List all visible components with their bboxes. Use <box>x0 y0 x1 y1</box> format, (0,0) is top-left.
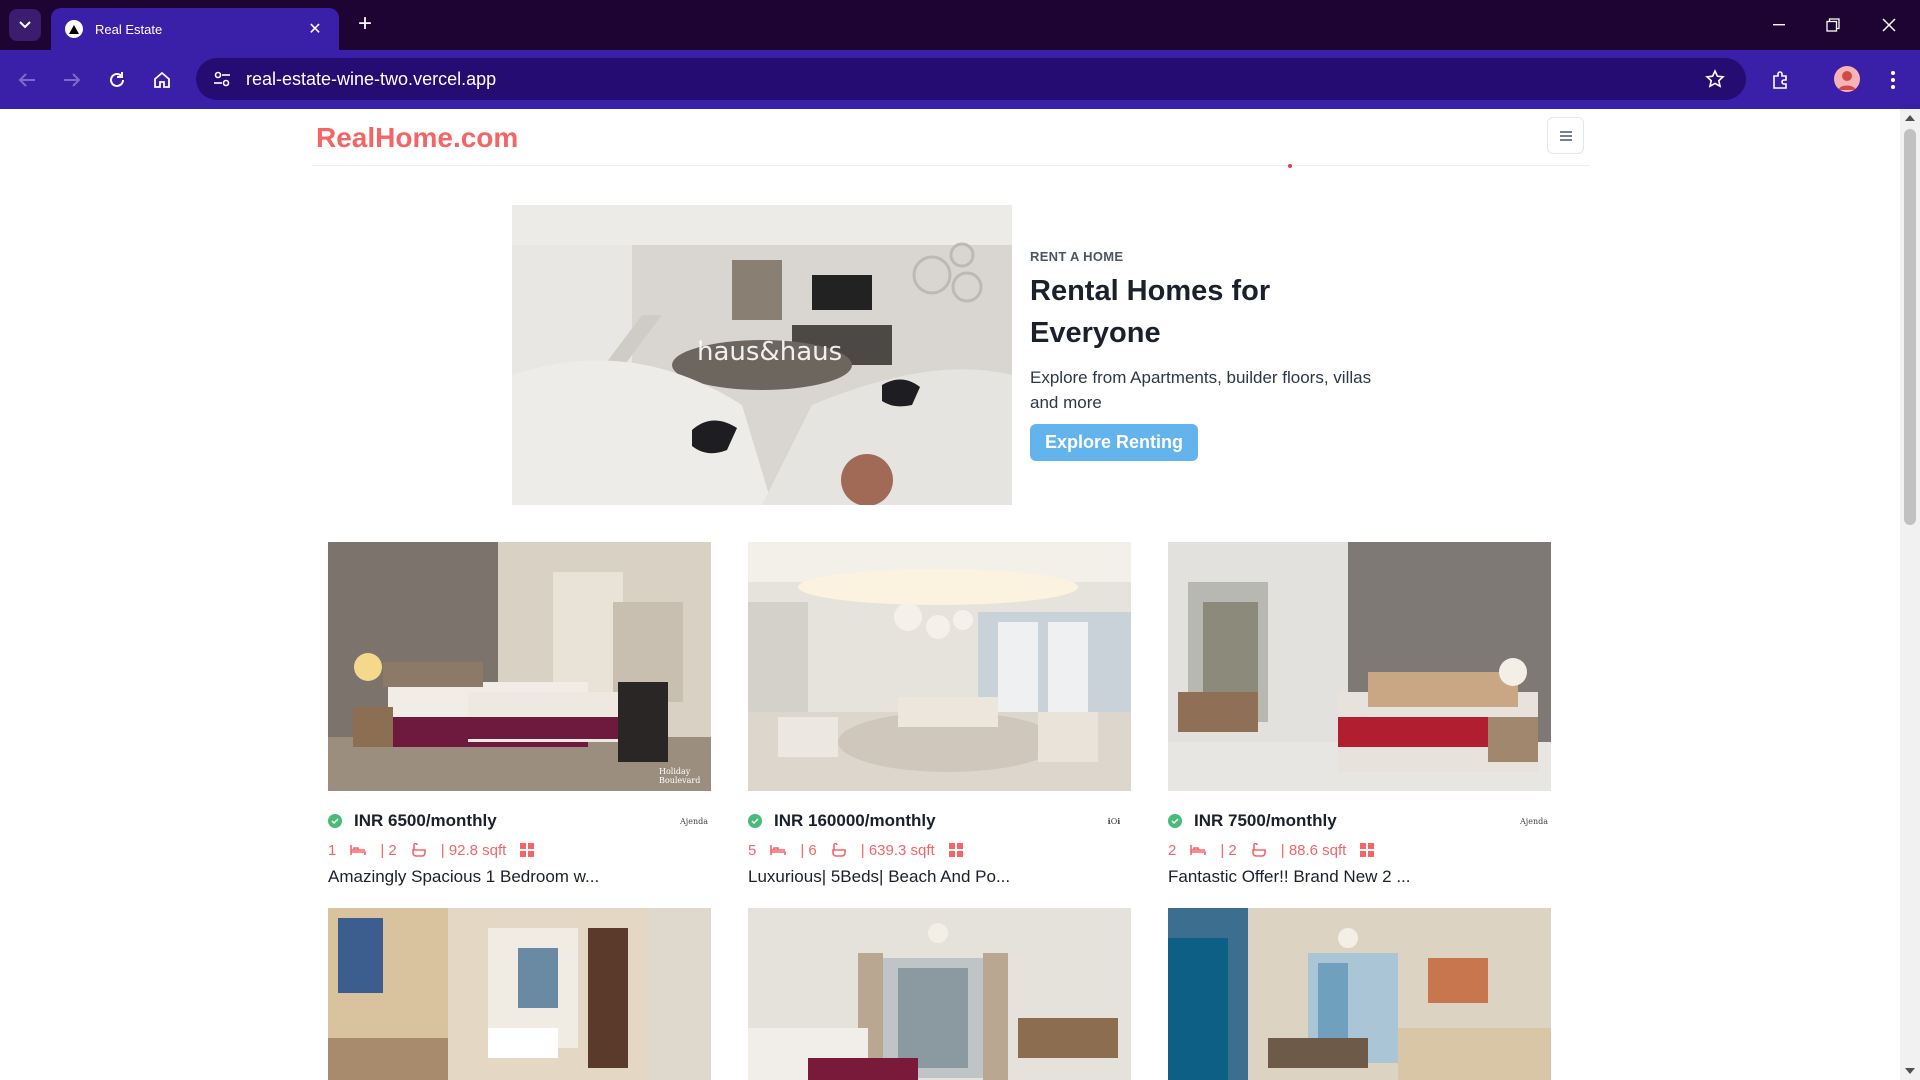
page-scrollbar[interactable] <box>1900 109 1920 1080</box>
grid-area-icon <box>1360 843 1376 857</box>
verified-check-icon <box>328 814 342 828</box>
hero-title: Rental Homes for Everyone <box>1030 275 1271 349</box>
close-icon <box>1882 18 1896 32</box>
site-settings-icon[interactable] <box>210 67 234 91</box>
browser-menu-button[interactable] <box>1878 65 1908 95</box>
forward-button[interactable] <box>57 65 87 95</box>
agency-logo: ℹOℹ <box>1099 811 1129 831</box>
listing-card[interactable]: INR 7500/monthly Ajenda 2 | 2 | 88.6 sqf… <box>1168 542 1551 887</box>
scroll-down-arrow-icon[interactable] <box>1905 1068 1915 1074</box>
close-window-button[interactable] <box>1876 12 1902 38</box>
bed-icon <box>770 843 787 857</box>
explore-renting-button[interactable]: Explore Renting <box>1030 424 1199 461</box>
agency-logo: Ajenda <box>1519 811 1549 831</box>
listing-price: INR 7500/monthly <box>1194 811 1337 830</box>
bed-icon <box>350 843 367 857</box>
listing-image[interactable]: Holiday Boulevard <box>328 542 711 791</box>
scrollbar-thumb[interactable] <box>1904 129 1916 525</box>
listing-features: 1 | 2 | 92.8 sqft <box>328 839 711 861</box>
scroll-up-arrow-icon[interactable] <box>1905 115 1915 121</box>
vercel-favicon-icon <box>65 20 83 38</box>
hamburger-menu-button[interactable] <box>1547 117 1584 154</box>
hero-text-block: RENT A HOME Rental Homes for Everyone Ex… <box>1030 249 1390 461</box>
listing-card[interactable] <box>748 908 1131 1080</box>
hero-description: Explore from Apartments, builder floors,… <box>1030 368 1372 412</box>
listing-image-label: Holiday Boulevard <box>659 767 701 785</box>
rooms-count: 1 <box>328 841 337 859</box>
listing-image[interactable] <box>328 908 711 1080</box>
rooms-count: 2 <box>1168 841 1177 859</box>
bookmark-star-icon[interactable] <box>1702 66 1728 92</box>
area-value: | 639.3 sqft <box>860 841 935 859</box>
reload-icon <box>110 72 124 87</box>
page-viewport: RealHome.com haus&haus RENT A HOME Renta… <box>0 109 1900 1080</box>
listing-title[interactable]: Fantastic Offer!! Brand New 2 ... <box>1168 867 1551 887</box>
bath-icon <box>1251 843 1267 857</box>
listing-image[interactable] <box>1168 908 1551 1080</box>
listing-card[interactable] <box>328 908 711 1080</box>
listing-image[interactable] <box>748 542 1131 791</box>
listing-price-row: INR 6500/monthly Ajenda <box>328 807 711 835</box>
listing-card[interactable] <box>1168 908 1551 1080</box>
hamburger-icon <box>1559 130 1572 141</box>
reload-button[interactable] <box>102 65 132 95</box>
baths-count: | 2 <box>1220 841 1237 859</box>
tab-title: Real Estate <box>95 21 163 37</box>
listing-price: INR 6500/monthly <box>354 811 497 830</box>
restore-button[interactable] <box>1820 12 1846 38</box>
chevron-down-icon <box>19 21 31 29</box>
listing-card[interactable]: Holiday Boulevard INR 6500/monthly Ajend… <box>328 542 711 887</box>
puzzle-icon <box>1773 71 1787 89</box>
bath-icon <box>831 843 847 857</box>
listing-price-row: INR 7500/monthly Ajenda <box>1168 807 1551 835</box>
profile-avatar[interactable] <box>1834 66 1860 92</box>
baths-count: | 6 <box>800 841 817 859</box>
url-text[interactable]: real-estate-wine-two.vercel.app <box>246 69 1702 90</box>
loading-dot <box>1288 164 1292 168</box>
agency-logo: Ajenda <box>679 811 709 831</box>
arrow-left-icon <box>18 73 35 87</box>
verified-check-icon <box>1168 814 1182 828</box>
listing-price: INR 160000/monthly <box>774 811 936 830</box>
listing-features: 5 | 6 | 639.3 sqft <box>748 839 1131 861</box>
new-tab-button[interactable]: + <box>352 12 378 38</box>
bed-icon <box>1190 843 1207 857</box>
listing-image[interactable] <box>1168 542 1551 791</box>
arrow-right-icon <box>64 73 81 87</box>
listing-price-row: INR 160000/monthly ℹOℹ <box>748 807 1131 835</box>
listing-features: 2 | 2 | 88.6 sqft <box>1168 839 1551 861</box>
bath-icon <box>411 843 427 857</box>
rooms-count: 5 <box>748 841 757 859</box>
address-bar[interactable]: real-estate-wine-two.vercel.app <box>196 58 1746 100</box>
tab-close-icon[interactable]: ✕ <box>305 19 325 39</box>
more-vertical-icon <box>1891 71 1895 89</box>
listing-image[interactable] <box>748 908 1131 1080</box>
hero-image: haus&haus <box>512 205 1012 505</box>
back-button[interactable] <box>12 65 42 95</box>
tab-search-button[interactable] <box>9 9 41 41</box>
baths-count: | 2 <box>380 841 397 859</box>
browser-tab-active[interactable]: Real Estate ✕ <box>51 8 339 50</box>
verified-check-icon <box>748 814 762 828</box>
minimize-icon <box>1773 24 1785 26</box>
home-button[interactable] <box>147 65 177 95</box>
hero-image-watermark: haus&haus <box>697 337 842 367</box>
listing-title[interactable]: Luxurious| 5Beds| Beach And Po... <box>748 867 1131 887</box>
site-logo[interactable]: RealHome.com <box>316 122 518 154</box>
listing-card[interactable]: INR 160000/monthly ℹOℹ 5 | 6 | 639.3 sqf… <box>748 542 1131 887</box>
home-icon <box>154 71 170 88</box>
site-navbar: RealHome.com <box>312 109 1590 166</box>
listing-title[interactable]: Amazingly Spacious 1 Bedroom w... <box>328 867 711 887</box>
grid-area-icon <box>520 843 536 857</box>
grid-area-icon <box>948 843 965 857</box>
minimize-button[interactable] <box>1766 12 1792 38</box>
browser-toolbar: real-estate-wine-two.vercel.app <box>0 50 1920 109</box>
area-value: | 88.6 sqft <box>1280 841 1347 859</box>
hero-kicker: RENT A HOME <box>1030 249 1124 264</box>
area-value: | 92.8 sqft <box>440 841 507 859</box>
restore-icon <box>1826 18 1840 32</box>
extensions-button[interactable] <box>1766 65 1796 95</box>
browser-tab-strip: Real Estate ✕ + <box>0 0 1920 50</box>
